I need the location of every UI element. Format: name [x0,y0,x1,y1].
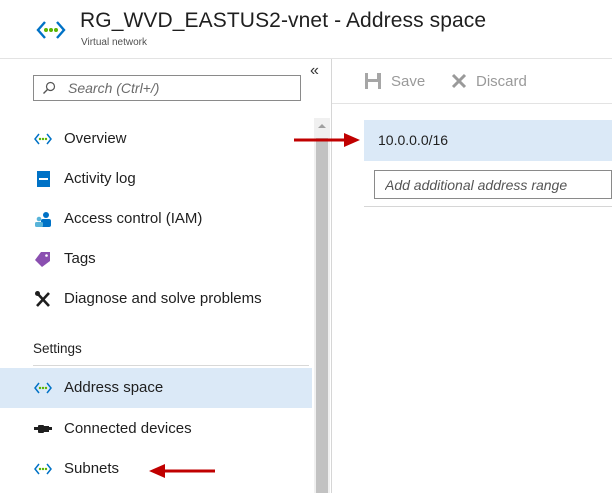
virtual-network-icon [34,463,52,475]
sidebar-item-diagnose[interactable]: Diagnose and solve problems [0,279,312,319]
page-title: RG_WVD_EASTUS2-vnet - Address space [80,9,487,32]
wrench-cross-icon [35,291,50,307]
plug-icon [34,425,52,433]
sidebar-item-label: Subnets [64,460,120,477]
content-divider [364,206,612,207]
sidebar-item-label: Diagnose and solve problems [64,290,262,307]
sidebar-item-activity-log[interactable]: Activity log [0,159,312,199]
panel-divider [331,59,332,493]
sidebar-item-label: Connected devices [64,420,192,437]
save-icon [365,73,381,89]
virtual-network-icon [34,382,52,394]
scrollbar-thumb[interactable] [316,138,328,493]
sidebar-item-connected-devices[interactable]: Connected devices [0,409,312,449]
virtual-network-icon [34,133,52,145]
sidebar-item-access-control[interactable]: Access control (IAM) [0,199,312,239]
settings-section-header: Settings [33,341,82,356]
sidebar-item-label: Address space [64,379,164,396]
search-input[interactable] [68,75,296,101]
sidebar-item-label: Access control (IAM) [64,210,203,227]
people-icon [35,212,51,227]
discard-label: Discard [476,73,527,90]
tag-icon [35,252,50,267]
toolbar-divider [332,103,612,104]
activity-log-icon [37,171,50,187]
annotation-arrow-icon [149,464,215,478]
page-subtitle: Virtual network [81,37,147,48]
sidebar-item-label: Tags [64,250,96,267]
sidebar-item-address-space[interactable]: Address space [0,368,312,408]
save-label: Save [391,73,426,90]
collapse-sidebar-button[interactable]: « [310,62,319,80]
add-address-range-input[interactable] [374,170,612,199]
annotation-arrow-icon [294,133,360,147]
settings-divider [33,365,309,366]
search-icon [43,81,56,94]
close-icon [451,73,467,89]
sidebar-item-label: Activity log [64,170,136,187]
sidebar-item-label: Overview [64,130,127,147]
sidebar-item-overview[interactable]: Overview [0,119,312,159]
address-range-value: 10.0.0.0/16 [378,132,449,148]
virtual-network-icon [36,21,66,39]
sidebar-item-tags[interactable]: Tags [0,239,312,279]
